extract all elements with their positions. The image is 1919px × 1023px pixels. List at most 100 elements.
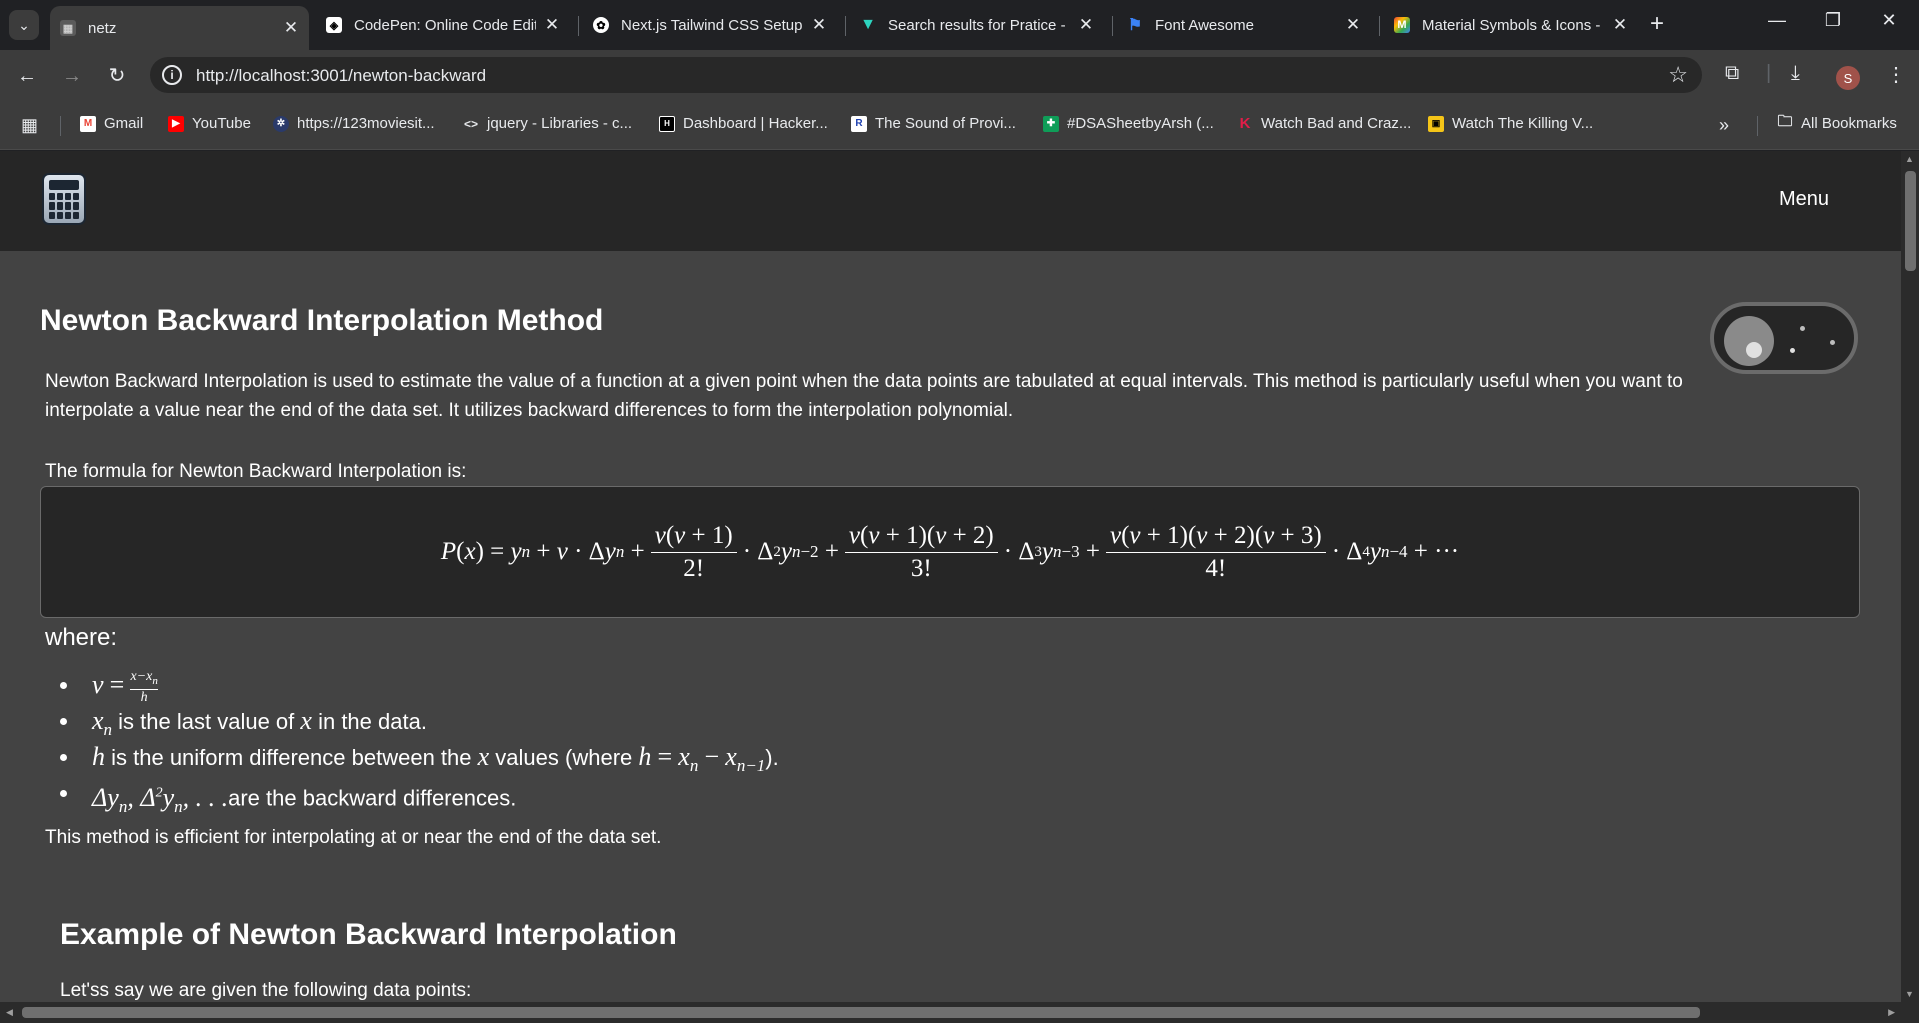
app-navbar: Menu: [0, 151, 1901, 251]
address-bar[interactable]: i http://localhost:3001/newton-backward …: [150, 57, 1702, 93]
material-icon: M: [1394, 17, 1410, 33]
restore-button[interactable]: ❐: [1813, 10, 1853, 31]
conclusion-text: This method is efficient for interpolati…: [45, 827, 662, 848]
bookmark-divider: [60, 116, 61, 136]
k-icon: K: [1239, 115, 1251, 132]
bookmark-badcrazy[interactable]: K Watch Bad and Craz...: [1237, 115, 1412, 132]
list-item: v = x−xn h: [60, 667, 779, 705]
all-bookmarks-folder[interactable]: 🗀 All Bookmarks: [1777, 113, 1896, 132]
scroll-right-icon[interactable]: ▶: [1888, 1007, 1895, 1018]
youtube-icon: ▶: [168, 115, 184, 132]
back-button[interactable]: ←: [13, 62, 41, 90]
scroll-left-icon[interactable]: ◀: [6, 1007, 13, 1018]
star-dot: [1790, 348, 1795, 353]
bookmark-sound[interactable]: R The Sound of Provi...: [851, 115, 1016, 132]
arrow-left-icon: ←: [17, 65, 37, 87]
page-viewport: Menu Newton Backward Interpolation Metho…: [0, 151, 1901, 1002]
intro-paragraph: Newton Backward Interpolation is used to…: [45, 371, 1683, 421]
film-reel-icon: ✲: [273, 115, 289, 132]
forward-button[interactable]: →: [58, 62, 86, 90]
apps-icon[interactable]: ▦: [21, 115, 38, 136]
menu-button[interactable]: Menu: [1779, 188, 1829, 211]
list-item: h is the uniform difference between the …: [60, 739, 779, 775]
tab-codepen[interactable]: ◈ CodePen: Online Code Editor ✕: [316, 6, 570, 44]
tab-nextjs[interactable]: ✿ Next.js Tailwind CSS Setup ✕: [583, 6, 837, 44]
horizontal-scroll-thumb[interactable]: [22, 1007, 1700, 1018]
bookmark-killing[interactable]: ▣ Watch The Killing V...: [1428, 115, 1593, 132]
tab-font-awesome[interactable]: ⚑ Font Awesome ✕: [1117, 6, 1371, 44]
vertical-scroll-thumb[interactable]: [1905, 171, 1916, 271]
browser-toolbar: ← → ↻ i http://localhost:3001/newton-bac…: [0, 50, 1919, 100]
vertical-scrollbar[interactable]: ▲ ▼: [1901, 151, 1919, 1002]
download-icon[interactable]: ⤓: [1791, 62, 1800, 85]
flag-icon: ⚑: [1127, 17, 1143, 34]
tab-divider: [1112, 16, 1113, 36]
close-icon[interactable]: ✕: [1078, 15, 1094, 35]
theme-toggle[interactable]: [1710, 302, 1858, 374]
close-icon[interactable]: ✕: [1612, 15, 1628, 35]
formula-block: P(x) = yn + v · Δyn + v(v + 1) 2! · Δ 2 y n−…: [40, 486, 1860, 618]
extensions-icon[interactable]: ⧉: [1725, 62, 1739, 85]
tab-material-symbols[interactable]: M Material Symbols & Icons - ✕: [1384, 6, 1638, 44]
bookmark-hackerrank[interactable]: H Dashboard | Hacker...: [659, 115, 828, 132]
r-icon: R: [851, 115, 867, 132]
page-icon: ▦: [60, 20, 76, 36]
toolbar-divider: |: [1766, 62, 1772, 84]
browser-tab-strip: ⌄ ▦ netz ✕ ◈ CodePen: Online Code Editor…: [0, 0, 1919, 50]
window-close-button[interactable]: ✕: [1869, 10, 1909, 31]
example-heading: Example of Newton Backward Interpolation: [60, 918, 677, 951]
minimize-button[interactable]: —: [1757, 10, 1797, 31]
scroll-up-icon[interactable]: ▲: [1905, 154, 1914, 164]
reload-button[interactable]: ↻: [103, 62, 131, 90]
chevron-down-icon: ⌄: [18, 16, 30, 33]
more-bookmarks-icon[interactable]: »: [1719, 115, 1729, 136]
bookmark-youtube[interactable]: ▶ YouTube: [168, 115, 251, 132]
new-tab-button[interactable]: +: [1650, 11, 1664, 37]
reload-icon: ↻: [108, 65, 126, 87]
gmail-icon: M: [80, 115, 96, 132]
arrow-right-icon: →: [62, 65, 82, 87]
close-icon[interactable]: ✕: [1345, 15, 1361, 35]
close-icon[interactable]: ✕: [283, 18, 299, 38]
close-icon[interactable]: ✕: [811, 15, 827, 35]
sheets-icon: ✚: [1043, 115, 1059, 132]
openai-icon: ✿: [593, 17, 609, 33]
bookmark-divider: [1757, 116, 1758, 136]
bookmark-star-icon[interactable]: ☆: [1668, 62, 1688, 88]
tab-search-button[interactable]: ⌄: [9, 10, 39, 40]
more-vert-icon[interactable]: ⋮: [1886, 62, 1906, 87]
scrollbar-corner: [1901, 1002, 1919, 1023]
list-item: xn is the last value of x in the data.: [60, 703, 779, 739]
star-dot: [1830, 340, 1835, 345]
scroll-down-icon[interactable]: ▼: [1905, 989, 1914, 999]
star-dot: [1800, 326, 1805, 331]
tab-netz[interactable]: ▦ netz ✕: [50, 6, 309, 50]
close-icon[interactable]: ✕: [544, 15, 560, 35]
bookmark-123movies[interactable]: ✲ https://123moviesit...: [273, 115, 435, 132]
page-title: Newton Backward Interpolation Method: [40, 304, 604, 337]
example-intro: Let'ss say we are given the following da…: [60, 980, 472, 1001]
moon-icon: [1724, 316, 1774, 366]
tab-divider: [578, 16, 579, 36]
bookmark-dsasheet[interactable]: ✚ #DSASheetbyArsh (...: [1043, 115, 1214, 132]
hackerrank-icon: H: [659, 115, 675, 132]
newton-backward-formula: P(x) = yn + v · Δyn + v(v + 1) 2! · Δ 2 y n−…: [440, 521, 1460, 582]
where-label: where:: [45, 624, 118, 651]
vercel-icon: ▼: [860, 16, 876, 33]
tv-icon: ▣: [1428, 115, 1444, 132]
formula-intro: The formula for Newton Backward Interpol…: [45, 461, 467, 482]
bookmark-gmail[interactable]: M Gmail: [80, 115, 143, 132]
tab-search-results[interactable]: ▼ Search results for Pratice - ✕: [850, 6, 1104, 44]
tab-divider: [845, 16, 846, 36]
bookmark-jquery[interactable]: <> jquery - Libraries - c...: [463, 115, 632, 132]
code-icon: <>: [463, 116, 478, 131]
url-text[interactable]: http://localhost:3001/newton-backward: [196, 66, 486, 86]
profile-avatar[interactable]: S: [1836, 66, 1860, 90]
variable-definitions-list: v = x−xn h xn is the last value of x in t…: [60, 667, 779, 816]
site-info-icon[interactable]: i: [162, 65, 182, 85]
horizontal-scrollbar[interactable]: ◀ ▶: [0, 1002, 1901, 1023]
codepen-icon: ◈: [326, 17, 342, 33]
folder-icon: 🗀: [1777, 113, 1793, 130]
calculator-logo-icon[interactable]: [42, 173, 86, 225]
list-item: Δyn, Δ2yn, . . .are the backward differe…: [60, 775, 779, 816]
